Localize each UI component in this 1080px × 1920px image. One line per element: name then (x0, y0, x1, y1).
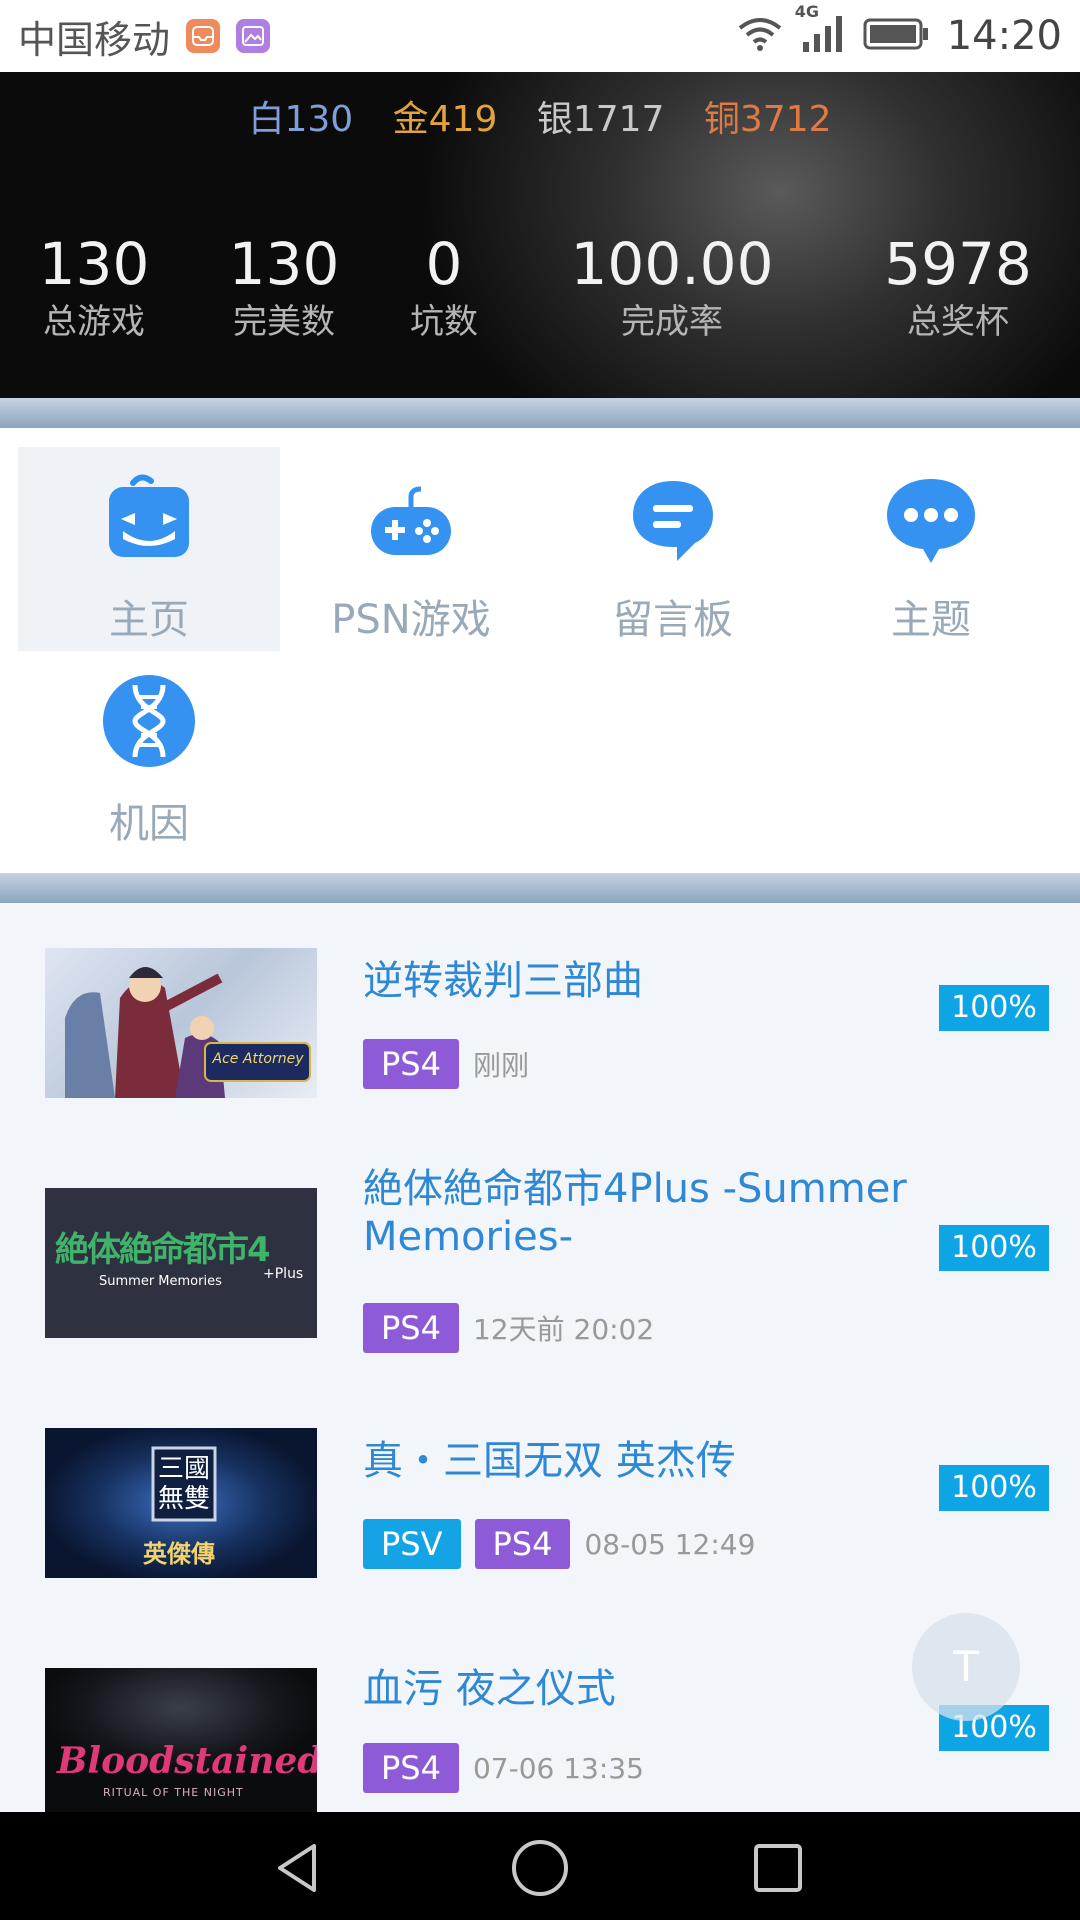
profile-header: 白130 金419 银1717 铜3712 130 总游戏 130 完美数 0 … (0, 72, 1080, 398)
stat-value: 0 (425, 230, 463, 298)
stat-total-trophies: 5978 总奖杯 (884, 232, 1032, 344)
game-meta: PS4 刚刚 (363, 1039, 529, 1089)
home-robot-icon (101, 469, 197, 565)
stat-label: 完成率 (620, 302, 723, 342)
game-title: 血污 夜之仪式 (363, 1666, 616, 1712)
tab-label: 机因 (109, 801, 189, 847)
game-meta: PS4 12天前 20:02 (363, 1303, 654, 1353)
cover-logo-text: 絶体絶命都市4 (55, 1230, 271, 1270)
stat-label: 总奖杯 (906, 302, 1009, 342)
tab-label: PSN游戏 (331, 597, 491, 643)
dna-icon (101, 673, 197, 769)
game-time: 刚刚 (472, 1049, 529, 1082)
game-time: 08-05 12:49 (584, 1527, 756, 1561)
cover-plus: +Plus (263, 1266, 304, 1282)
cover-logo-text: Bloodstained (57, 1740, 317, 1782)
silver-trophy-count: 银1717 (536, 99, 665, 140)
stat-perfect-count: 130 完美数 (229, 232, 340, 344)
progress-badge: 100% (939, 985, 1049, 1031)
platform-tag-ps4: PS4 (363, 1303, 459, 1353)
system-navigation-bar (0, 1812, 1080, 1920)
game-time: 07-06 13:35 (472, 1751, 644, 1785)
tab-label: 主题 (891, 597, 971, 643)
tab-genes[interactable]: 机因 (18, 651, 280, 855)
battery-icon (863, 17, 929, 55)
game-cover: 三國無雙 英傑傳 (45, 1428, 317, 1578)
back-button[interactable] (270, 1840, 326, 1900)
chat-dots-icon (883, 469, 979, 565)
cover-subtitle: RITUAL OF THE NIGHT (103, 1786, 244, 1799)
profile-tabs: 主页 PSN游戏 留言板 主题 机因 (0, 428, 1080, 873)
stat-value: 130 (38, 230, 150, 298)
network-type-label: 4G (794, 2, 819, 21)
stat-unfinished-count: 0 坑数 (410, 232, 478, 344)
cover-logo-text: 三國無雙 (157, 1454, 210, 1514)
stat-value: 100.00 (570, 230, 774, 298)
game-title: 真・三国无双 英杰传 (363, 1438, 736, 1484)
game-meta: PSV PS4 08-05 12:49 (363, 1519, 755, 1569)
tab-label: 主页 (109, 597, 189, 643)
back-triangle-icon (278, 1844, 316, 1892)
platform-tag-psv: PSV (363, 1519, 461, 1569)
tab-message-board[interactable]: 留言板 (542, 447, 804, 651)
stat-label: 总游戏 (43, 302, 145, 342)
carrier-name: 中国移动 (18, 17, 171, 62)
stat-completion-rate: 100.00 完成率 (571, 232, 774, 344)
tab-topics[interactable]: 主题 (800, 447, 1062, 651)
recents-square-icon (754, 1844, 802, 1892)
game-cover: Bloodstained RITUAL OF THE NIGHT (45, 1668, 317, 1813)
platform-tag-ps4: PS4 (363, 1039, 459, 1089)
stat-total-games: 130 总游戏 (39, 232, 150, 344)
stat-label: 完美数 (233, 302, 335, 342)
game-row[interactable]: 三國無雙 英傑傳 真・三国无双 英杰传 PSV PS4 08-05 12:49 … (0, 1383, 1080, 1623)
notification-inbox-icon (186, 19, 221, 53)
stat-value: 130 (228, 230, 340, 298)
tab-psn-games[interactable]: PSN游戏 (280, 447, 542, 651)
game-cover: 絶体絶命都市4 Summer Memories +Plus (45, 1188, 317, 1338)
gamepad-icon (363, 469, 459, 565)
clock: 14:20 (946, 13, 1062, 59)
recents-button[interactable] (752, 1842, 804, 1898)
game-title: 絶体絶命都市4Plus -Summer Memories- (363, 1166, 907, 1260)
game-row[interactable]: 絶体絶命都市4 Summer Memories +Plus 絶体絶命都市4Plu… (0, 1143, 1080, 1383)
platform-tag-ps4: PS4 (363, 1743, 459, 1793)
progress-badge: 100% (939, 1225, 1049, 1271)
cover-logo-text: Ace Attorney (212, 1051, 304, 1067)
scroll-top-button[interactable]: T (912, 1613, 1020, 1721)
game-time: 12天前 20:02 (472, 1313, 655, 1346)
gallery-icon (236, 19, 271, 53)
tab-home[interactable]: 主页 (18, 447, 280, 651)
cover-subtitle: Summer Memories (99, 1274, 222, 1289)
game-cover: Ace Attorney (45, 948, 317, 1098)
gold-trophy-count: 金419 (392, 99, 498, 140)
cover-subtitle: 英傑傳 (143, 1540, 215, 1568)
platform-tag-ps4: PS4 (474, 1519, 571, 1569)
section-divider (0, 398, 1080, 428)
trophy-summary: 白130 金419 银1717 铜3712 (0, 90, 1080, 142)
stat-value: 5978 (884, 230, 1032, 298)
section-divider (0, 873, 1080, 903)
signal-4g-icon: 4G (795, 2, 845, 58)
game-meta: PS4 07-06 13:35 (363, 1743, 644, 1793)
bronze-trophy-count: 铜3712 (703, 99, 832, 140)
game-row[interactable]: Ace Attorney 逆转裁判三部曲 PS4 刚刚 100% (0, 903, 1080, 1143)
message-bubble-icon (625, 469, 721, 565)
platinum-trophy-count: 白130 (248, 99, 354, 140)
game-title: 逆转裁判三部曲 (363, 958, 643, 1004)
tab-label: 留言板 (613, 597, 733, 643)
stat-label: 坑数 (410, 302, 478, 342)
status-bar: 中国移动 4G 14:20 (0, 0, 1080, 72)
wifi-icon (737, 16, 783, 56)
home-circle-icon (512, 1840, 568, 1896)
home-button[interactable] (510, 1838, 570, 1902)
progress-badge: 100% (939, 1465, 1049, 1511)
